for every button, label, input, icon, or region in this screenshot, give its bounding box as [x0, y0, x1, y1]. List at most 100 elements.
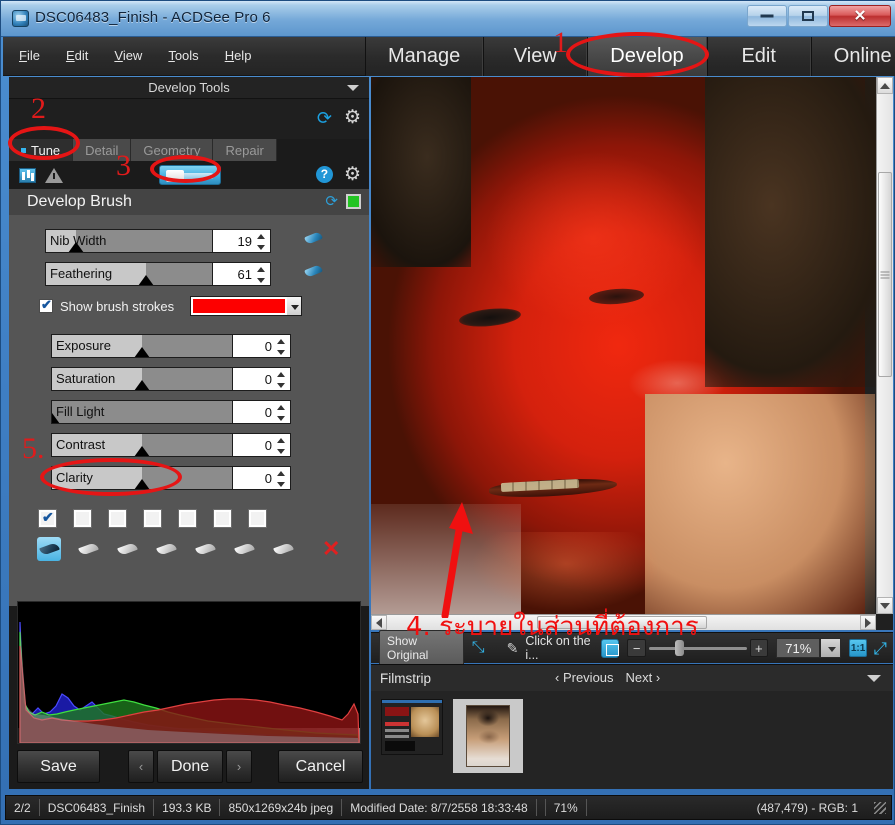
previous-image-button[interactable]: ‹	[128, 750, 155, 783]
chevron-down-icon[interactable]	[347, 85, 359, 91]
image-vertical-scrollbar[interactable]	[876, 77, 893, 614]
chevron-down-icon[interactable]	[287, 297, 302, 315]
preset-checkbox-2[interactable]	[74, 510, 91, 527]
clarity-track[interactable]: Clarity	[52, 467, 233, 489]
next-image-button[interactable]: ›	[226, 750, 253, 783]
preset-checkbox-5[interactable]	[179, 510, 196, 527]
scroll-left-button[interactable]	[371, 615, 387, 630]
save-button[interactable]: Save	[17, 750, 101, 783]
clarity-thumb[interactable]	[134, 479, 151, 489]
contrast-slider[interactable]: Contrast 0	[51, 433, 291, 457]
exposure-valuebox[interactable]: 0	[232, 335, 290, 357]
gear-icon[interactable]: ⚙	[344, 108, 361, 127]
exposure-thumb[interactable]	[134, 347, 151, 357]
scroll-up-button[interactable]	[877, 77, 893, 94]
nib-width-stepper[interactable]	[257, 233, 266, 251]
exposure-slider[interactable]: Exposure 0	[51, 334, 291, 358]
filmstrip-thumb-screenshot[interactable]	[381, 699, 445, 761]
brush-feather-icon[interactable]	[303, 262, 325, 282]
clarity-slider[interactable]: Clarity 0	[51, 466, 291, 490]
menu-file[interactable]: File	[17, 47, 42, 64]
preset-checkbox-6[interactable]	[214, 510, 231, 527]
contrast-valuebox[interactable]: 0	[232, 434, 290, 456]
scroll-right-button[interactable]	[860, 615, 876, 630]
preset-checkbox-4[interactable]	[144, 510, 161, 527]
help-icon[interactable]: ?	[315, 166, 333, 183]
saturation-slider[interactable]: Saturation 0	[51, 367, 291, 391]
exposure-track[interactable]: Exposure	[52, 335, 233, 357]
filmstrip-thumb-portrait[interactable]	[453, 699, 523, 773]
contrast-stepper[interactable]	[277, 437, 286, 455]
menu-help[interactable]: Help	[223, 47, 254, 64]
nav-tab-edit[interactable]: Edit	[706, 37, 811, 76]
stroke-color-swatch[interactable]	[191, 297, 288, 315]
contrast-track[interactable]: Contrast	[52, 434, 233, 456]
preset-checkbox-1[interactable]	[39, 509, 56, 527]
feathering-thumb[interactable]	[137, 275, 154, 285]
zoom-in-button[interactable]: +	[749, 639, 769, 657]
clarity-stepper[interactable]	[277, 470, 286, 488]
done-button[interactable]: Done	[157, 750, 224, 783]
preset-checkbox-3[interactable]	[109, 510, 126, 527]
compare-arrows-icon[interactable]: ⤡	[472, 640, 485, 656]
fill-light-track[interactable]: Fill Light	[52, 401, 233, 423]
tool-tab-tune[interactable]: Tune	[9, 139, 74, 161]
preset-brush-7[interactable]	[271, 537, 295, 561]
enable-toggle-icon[interactable]	[346, 194, 361, 209]
cancel-button[interactable]: Cancel	[278, 750, 363, 783]
actual-size-button[interactable]: 1:1	[848, 639, 868, 657]
nav-tab-online[interactable]: Online	[810, 37, 895, 76]
minimize-button[interactable]	[747, 5, 787, 27]
develop-brush-tool-icon[interactable]	[159, 165, 221, 185]
zoom-level-value[interactable]: 71%	[776, 638, 821, 658]
photo-red-overlay-portrait[interactable]	[371, 77, 893, 624]
image-viewer[interactable]	[371, 77, 893, 630]
menu-view[interactable]: View	[112, 47, 144, 64]
nib-width-valuebox[interactable]: 19	[212, 230, 270, 252]
preset-brush-2[interactable]	[76, 537, 100, 561]
preset-brush-4[interactable]	[154, 537, 178, 561]
chevron-down-icon[interactable]	[820, 638, 841, 658]
saturation-track[interactable]: Saturation	[52, 368, 233, 390]
vertical-scroll-thumb[interactable]	[878, 172, 892, 377]
red-x-icon[interactable]: ✕	[322, 538, 340, 560]
tool-tab-repair[interactable]: Repair	[213, 139, 277, 161]
scroll-down-button[interactable]	[877, 597, 893, 614]
preset-brush-1[interactable]	[37, 537, 61, 561]
menu-tools[interactable]: Tools	[166, 47, 200, 64]
feathering-stepper[interactable]	[257, 266, 266, 284]
show-brush-strokes-checkbox[interactable]	[39, 297, 53, 313]
preset-checkbox-7[interactable]	[249, 510, 266, 527]
expand-icon[interactable]: ⤢	[873, 640, 887, 657]
preset-brush-6[interactable]	[232, 537, 256, 561]
horizontal-scroll-track[interactable]	[387, 615, 860, 630]
fill-light-valuebox[interactable]: 0	[232, 401, 290, 423]
nav-tab-develop[interactable]: Develop	[587, 37, 707, 76]
preset-brush-5[interactable]	[193, 537, 217, 561]
clarity-valuebox[interactable]: 0	[232, 467, 290, 489]
saturation-thumb[interactable]	[134, 380, 151, 390]
filmstrip-previous-button[interactable]: ‹ Previous	[555, 670, 614, 685]
exposure-stepper[interactable]	[277, 338, 286, 356]
menu-edit[interactable]: Edit	[64, 47, 90, 64]
feathering-valuebox[interactable]: 61	[212, 263, 270, 285]
fill-light-thumb[interactable]	[52, 413, 60, 423]
maximize-button[interactable]	[788, 5, 828, 27]
fit-to-window-icon[interactable]	[600, 638, 620, 658]
tool-tab-detail[interactable]: Detail	[73, 139, 132, 161]
show-original-button[interactable]: Show Original	[379, 630, 464, 666]
fill-light-stepper[interactable]	[277, 404, 286, 422]
stroke-color-picker[interactable]	[190, 296, 303, 316]
nib-width-track[interactable]: Nib Width	[46, 230, 213, 252]
nav-tab-manage[interactable]: Manage	[365, 37, 484, 76]
brush-size-icon[interactable]	[303, 229, 325, 249]
warning-icon[interactable]	[45, 167, 63, 183]
reset-icon[interactable]: ⟳	[325, 194, 338, 209]
image-horizontal-scrollbar[interactable]	[371, 614, 876, 630]
zoom-slider-thumb[interactable]	[674, 640, 684, 656]
refresh-icon[interactable]: ⟳	[317, 109, 332, 127]
chevron-down-icon[interactable]	[867, 675, 881, 682]
close-button[interactable]: ✕	[829, 5, 891, 27]
resize-grip-icon[interactable]	[874, 801, 886, 814]
saturation-valuebox[interactable]: 0	[232, 368, 290, 390]
